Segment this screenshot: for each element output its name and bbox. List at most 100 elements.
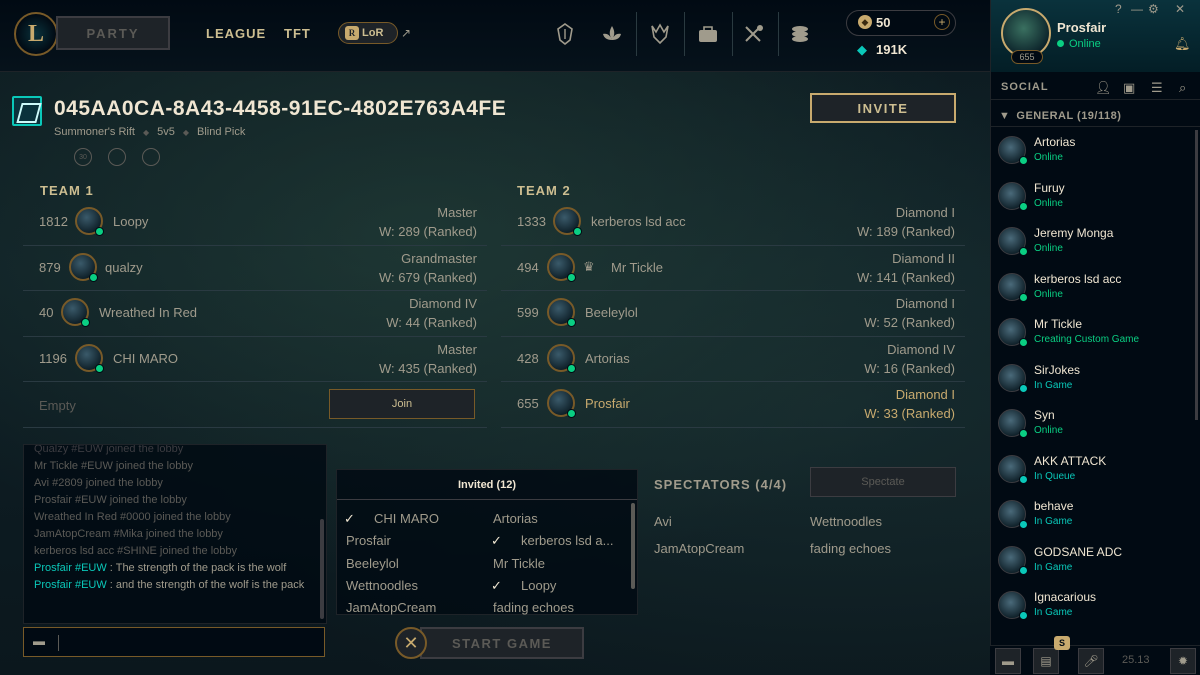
team1-slot[interactable]: 1812 Loopy Master W: 289 (Ranked) (23, 200, 487, 246)
friend-status: In Game (1034, 561, 1073, 573)
friend-group-general[interactable]: ▼ GENERAL (19/118) (991, 105, 1200, 127)
spectator-name: fading echoes (810, 541, 891, 556)
invited-player: Artorias (493, 511, 538, 526)
friends-scrollbar[interactable] (1195, 130, 1198, 420)
player-wins: W: 52 (Ranked) (864, 315, 955, 330)
minimize-icon[interactable]: — (1131, 2, 1143, 16)
profile-header[interactable]: 655 Prosfair Online ? — ⚙ ✕ 🔔︎ (991, 0, 1200, 72)
in-game-status-dot (1019, 565, 1028, 575)
friend-item[interactable]: Jeremy Monga Online (991, 221, 1200, 267)
join-button[interactable]: Join (329, 389, 475, 419)
notification-bell-icon[interactable]: 🔔︎ (1174, 36, 1191, 52)
player-lp: 40 (39, 305, 54, 320)
player-name: Loopy (113, 214, 149, 229)
team2-slot[interactable]: 599 Beeleylol Diamond I W: 52 (Ranked) (501, 291, 965, 337)
chat-input[interactable]: ▬ (23, 627, 325, 657)
nav-link-tft[interactable]: TFT (284, 26, 311, 41)
settings-icon[interactable]: ⚙ (1148, 2, 1159, 16)
player-rank: Diamond IV (887, 341, 955, 357)
spectate-button[interactable]: Spectate (810, 467, 956, 497)
loot-icon[interactable] (742, 20, 766, 48)
invited-player: Mr Tickle (493, 556, 545, 571)
friend-item[interactable]: behave In Game (991, 494, 1200, 540)
friend-item[interactable]: SirJokes In Game (991, 358, 1200, 404)
team1-slot[interactable]: 879 qualzy Grandmaster W: 679 (Ranked) (23, 246, 487, 291)
friend-name: behave (1034, 499, 1074, 513)
invited-scrollbar[interactable] (631, 503, 635, 589)
team2-slot-self[interactable]: 655 Prosfair Diamond I W: 33 (Ranked) (501, 382, 965, 428)
social-header: SOCIAL 👤︎ ▣ ☰ ⌕ (991, 76, 1200, 100)
buy-currency-button[interactable]: + (934, 14, 950, 30)
player-rank: Diamond I (895, 296, 955, 311)
player-name: Artorias (585, 350, 630, 366)
friend-status: Online (1034, 197, 1063, 209)
blue-essence-value: 50 (876, 15, 891, 30)
friend-item[interactable]: Furuy Online (991, 176, 1200, 222)
profile-status[interactable]: Online (1057, 38, 1101, 50)
invited-player: kerberos lsd a... (521, 533, 614, 548)
team1-label: TEAM 1 (40, 183, 94, 198)
add-folder-icon[interactable]: ▣ (1123, 80, 1135, 96)
riot-points-value: 191K (876, 42, 908, 57)
separator-dot: ◆ (142, 127, 150, 137)
chat-scrollbar[interactable] (320, 519, 324, 619)
team2-slot[interactable]: 428 Artorias Diamond IV W: 16 (Ranked) (501, 337, 965, 382)
store-icon[interactable] (788, 20, 812, 48)
online-status-dot (567, 272, 576, 282)
list-view-icon[interactable]: ☰ (1151, 80, 1163, 96)
leave-lobby-button[interactable]: ✕ (395, 627, 427, 659)
spectator-name: JamAtopCream (654, 541, 745, 556)
top-navigation-bar: L PARTY LEAGUE TFT R LoR ↗ ◆ 50 + ◆ 191K (0, 0, 990, 72)
invited-player: fading echoes (493, 600, 574, 615)
missions-icon[interactable]: ▤ (1033, 648, 1059, 674)
invited-header: Invited (12) (337, 470, 637, 500)
avatar (61, 298, 90, 327)
friend-avatar (998, 454, 1028, 484)
add-friend-icon[interactable]: 👤︎ (1095, 80, 1112, 96)
team2-slot[interactable]: 1333 kerberos lsd acc Diamond I W: 189 (… (501, 200, 965, 246)
nav-link-league[interactable]: LEAGUE (206, 26, 266, 41)
accepted-check-icon: ✓ (491, 578, 502, 593)
lobby-title: 045AA0CA-8A43-4458-91EC-4802E763A4FE (54, 97, 507, 120)
party-button[interactable]: PARTY (56, 16, 170, 50)
search-icon[interactable]: ⌕ (1179, 80, 1186, 96)
friend-item[interactable]: AKK ATTACK In Queue (991, 449, 1200, 495)
friend-status: Online (1034, 288, 1063, 300)
friend-item[interactable]: kerberos lsd acc Online (991, 267, 1200, 313)
lobby-chat[interactable]: Qualzy #EUW joined the lobby Mr Tickle #… (23, 444, 327, 624)
invited-player: Loopy (521, 578, 557, 593)
friend-avatar (998, 591, 1028, 620)
chat-message: Prosfair #EUW : The strength of the pack… (34, 560, 316, 577)
nav-link-lor[interactable]: R LoR (338, 22, 398, 44)
player-lp: 655 (517, 396, 539, 411)
chat-author[interactable]: Prosfair #EUW (34, 562, 107, 574)
friend-item[interactable]: Syn Online (991, 403, 1200, 449)
friend-status: Online (1034, 152, 1063, 163)
friend-item[interactable]: Ignacarious In Game (991, 585, 1200, 631)
invite-button[interactable]: INVITE (810, 93, 956, 123)
help-icon[interactable]: ? (1115, 2, 1122, 16)
team1-slot[interactable]: 1196 CHI MARO Master W: 435 (Ranked) (23, 337, 487, 382)
friend-item[interactable]: Artorias Online (991, 130, 1200, 176)
friend-item[interactable]: GODSANE ADC In Game (991, 540, 1200, 586)
start-game-button[interactable]: START GAME (420, 627, 584, 659)
chat-author[interactable]: Prosfair #EUW (34, 579, 107, 591)
party-owner-crown-icon: ♛ (583, 258, 595, 274)
close-icon[interactable]: ✕ (1175, 2, 1185, 16)
home-crest-icon[interactable] (553, 20, 577, 48)
friend-name: Jeremy Monga (1034, 226, 1114, 240)
chat-bubble-icon[interactable]: ▬ (995, 648, 1021, 674)
team1-slot[interactable]: 40 Wreathed In Red Diamond IV W: 44 (Ran… (23, 291, 487, 337)
microphone-icon[interactable]: 🎤︎ (1078, 648, 1104, 674)
team2-slot[interactable]: 494 ♛ Mr Tickle Diamond II W: 141 (Ranke… (501, 246, 965, 291)
friend-name: Artorias (1034, 135, 1076, 149)
profile-emblem-icon[interactable] (648, 20, 672, 48)
chat-line: Qualzy #EUW joined the lobby (34, 444, 184, 455)
collection-icon[interactable] (696, 20, 720, 48)
friend-item[interactable]: Mr Tickle Creating Custom Game (991, 312, 1200, 358)
tft-icon[interactable] (600, 20, 624, 48)
report-bug-icon[interactable]: ✹ (1170, 648, 1196, 674)
friend-status: Online (1034, 425, 1063, 436)
player-wins: W: 16 (Ranked) (864, 360, 955, 376)
league-logo-icon[interactable]: L (14, 12, 58, 56)
